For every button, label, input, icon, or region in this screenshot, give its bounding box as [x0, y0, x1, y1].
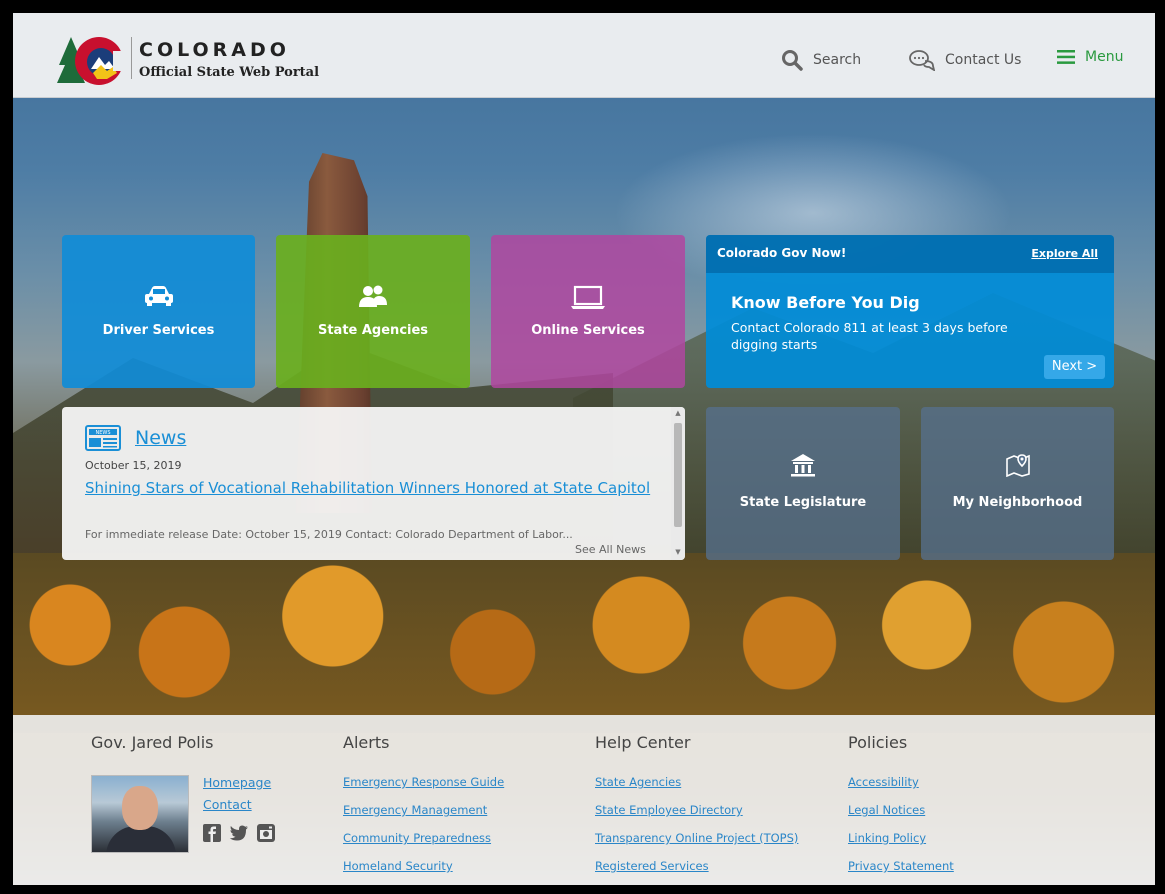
- help-link[interactable]: Registered Services: [595, 858, 798, 885]
- laptop-icon: [571, 285, 605, 309]
- site-footer: Gov. Jared Polis Homepage Contact Alerts…: [13, 715, 1155, 885]
- policies-link[interactable]: Privacy Statement: [848, 858, 954, 885]
- alerts-link[interactable]: Emergency Response Guide: [343, 774, 504, 802]
- brand-subtitle[interactable]: Official State Web Portal: [139, 65, 319, 80]
- footer-alerts-column: Alerts Emergency Response Guide Emergenc…: [343, 733, 504, 885]
- brand-title[interactable]: COLORADO: [139, 39, 290, 61]
- twitter-icon[interactable]: [229, 824, 249, 842]
- help-link[interactable]: State Employee Directory: [595, 802, 798, 830]
- menu-button[interactable]: Menu: [1057, 49, 1123, 65]
- hamburger-icon: [1057, 50, 1075, 64]
- policies-link[interactable]: Linking Policy: [848, 830, 954, 858]
- tile-online-services[interactable]: Online Services: [491, 235, 685, 388]
- footer-help-column: Help Center State Agencies State Employe…: [595, 733, 798, 885]
- news-title-link[interactable]: News: [135, 427, 186, 449]
- news-panel: NEWS News October 15, 2019 Shining Stars…: [62, 407, 685, 560]
- explore-all-link[interactable]: Explore All: [1031, 247, 1098, 260]
- alerts-link[interactable]: Community Preparedness: [343, 830, 504, 858]
- tile-label-legislature: State Legislature: [739, 495, 867, 510]
- footer-policies-column: Policies Accessibility Legal Notices Lin…: [848, 733, 954, 885]
- alerts-link[interactable]: Homeland Security: [343, 858, 504, 885]
- people-icon: [359, 285, 387, 307]
- gov-now-headline[interactable]: Know Before You Dig: [731, 293, 920, 312]
- map-pin-icon: [1005, 454, 1030, 477]
- scroll-down-arrow-icon[interactable]: ▼: [674, 548, 682, 556]
- car-icon: [144, 286, 173, 306]
- browser-frame: COLORADO Official State Web Portal Searc…: [10, 10, 1158, 888]
- alerts-heading: Alerts: [343, 733, 390, 752]
- instagram-icon[interactable]: [257, 824, 275, 842]
- governor-photo[interactable]: [91, 775, 189, 853]
- gov-now-panel: Colorado Gov Now! Explore All Know Befor…: [706, 235, 1114, 388]
- social-links: [203, 824, 275, 842]
- help-heading: Help Center: [595, 733, 691, 752]
- scroll-up-arrow-icon[interactable]: ▲: [674, 409, 682, 417]
- news-scrollbar[interactable]: ▲ ▼: [671, 407, 685, 560]
- tile-state-legislature[interactable]: State Legislature: [706, 407, 900, 560]
- tile-label-neighborhood: My Neighborhood: [952, 495, 1083, 510]
- news-snippet: For immediate release Date: October 15, …: [85, 528, 573, 541]
- footer-governor-column: Gov. Jared Polis Homepage Contact: [91, 733, 275, 853]
- gov-now-title: Colorado Gov Now!: [717, 246, 847, 260]
- gov-now-text: Contact Colorado 811 at least 3 days bef…: [731, 320, 1008, 352]
- help-link[interactable]: Transparency Online Project (TOPS): [595, 830, 798, 858]
- news-header: NEWS News: [85, 425, 186, 451]
- tile-label-driver: Driver Services: [102, 323, 215, 338]
- alerts-link[interactable]: Emergency Management: [343, 802, 504, 830]
- news-date: October 15, 2019: [85, 459, 182, 472]
- governor-homepage-link[interactable]: Homepage: [203, 775, 271, 797]
- facebook-icon[interactable]: [203, 824, 221, 842]
- contact-us-label: Contact Us: [945, 52, 1022, 68]
- governor-suit: [106, 826, 176, 852]
- policies-link[interactable]: Legal Notices: [848, 802, 954, 830]
- site-header: COLORADO Official State Web Portal Searc…: [13, 13, 1155, 98]
- governor-heading: Gov. Jared Polis: [91, 733, 214, 752]
- policies-heading: Policies: [848, 733, 908, 752]
- tile-label-agencies: State Agencies: [317, 323, 429, 338]
- see-all-news-link[interactable]: See All News: [575, 543, 646, 556]
- chat-bubbles-icon: [909, 50, 935, 71]
- logo-divider: [131, 37, 132, 79]
- tile-driver-services[interactable]: Driver Services: [62, 235, 255, 388]
- svg-text:NEWS: NEWS: [95, 430, 110, 436]
- colorado-logo-icon[interactable]: [57, 33, 125, 89]
- help-link[interactable]: State Agencies: [595, 774, 798, 802]
- tile-state-agencies[interactable]: State Agencies: [276, 235, 470, 388]
- search-button[interactable]: Search: [781, 49, 861, 71]
- governor-contact-link[interactable]: Contact: [203, 797, 271, 819]
- tile-my-neighborhood[interactable]: My Neighborhood: [921, 407, 1114, 560]
- governor-links: Homepage Contact: [203, 775, 271, 819]
- capitol-building-icon: [791, 454, 815, 477]
- next-button[interactable]: Next >: [1044, 355, 1105, 379]
- newspaper-icon: NEWS: [85, 425, 121, 451]
- tile-label-online: Online Services: [531, 323, 645, 338]
- governor-face: [122, 786, 158, 830]
- contact-us-button[interactable]: Contact Us: [909, 49, 1021, 71]
- scrollbar-thumb[interactable]: [674, 423, 682, 527]
- search-label: Search: [813, 52, 862, 68]
- news-headline-link[interactable]: Shining Stars of Vocational Rehabilitati…: [85, 478, 660, 498]
- autumn-trees: [13, 553, 1155, 733]
- menu-label: Menu: [1085, 49, 1124, 65]
- policies-link[interactable]: Accessibility: [848, 774, 954, 802]
- search-icon: [782, 50, 803, 71]
